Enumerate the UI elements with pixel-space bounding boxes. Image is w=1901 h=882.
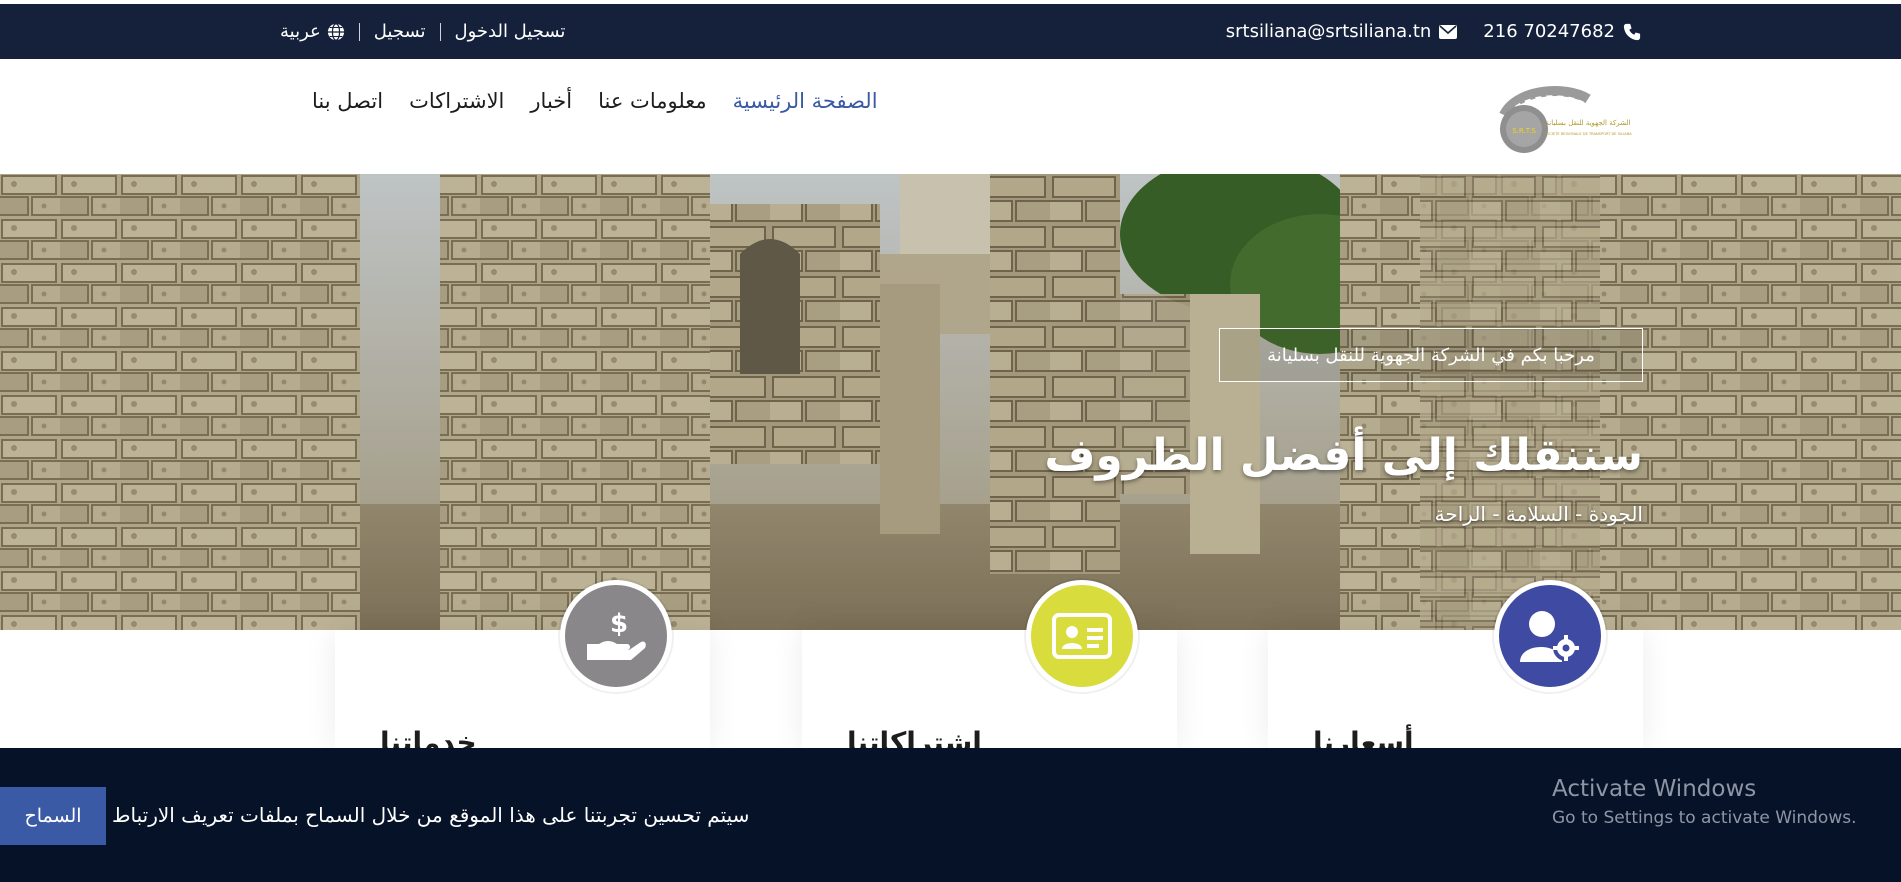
company-logo[interactable]: S.R.T.S الشركة الجهوية للنقل بسليانة SOC… [1496, 85, 1641, 157]
nav-about[interactable]: معلومات عنا [598, 89, 707, 113]
cookie-consent-bar: السماح سيتم تحسين تجربتنا على هذا الموقع… [0, 748, 1901, 882]
hero-banner: مرحبا بكم في الشركة الجهوية للنقل بسليان… [0, 174, 1901, 630]
logo-graphic: S.R.T.S الشركة الجهوية للنقل بسليانة SOC… [1499, 86, 1632, 153]
top-bar-links: عربية تسجيل تسجيل الدخول [280, 4, 565, 59]
language-switcher[interactable]: عربية [280, 21, 345, 42]
hero-title: سننقلك إلى أفضل الظروف [1044, 430, 1643, 481]
hand-dollar-icon: $ [587, 609, 646, 660]
windows-activation-watermark: Activate Windows Go to Settings to activ… [1552, 776, 1857, 828]
nav-subscriptions[interactable]: الاشتراكات [409, 89, 504, 113]
logo-badge: S.R.T.S [1512, 127, 1536, 135]
logo-name-ar: الشركة الجهوية للنقل بسليانة [1546, 119, 1631, 127]
nav-home[interactable]: الصفحة الرئيسية [733, 89, 878, 113]
divider [358, 22, 360, 41]
services-icon-circle[interactable]: $ [560, 580, 672, 692]
nav-news[interactable]: أخبار [530, 89, 572, 113]
user-gear-icon [1520, 611, 1579, 662]
cookie-message: سيتم تحسين تجربتنا على هذا الموقع من خلا… [112, 803, 750, 827]
allow-cookies-button[interactable]: السماح [0, 787, 106, 845]
welcome-banner: مرحبا بكم في الشركة الجهوية للنقل بسليان… [1219, 328, 1643, 382]
register-link[interactable]: تسجيل [374, 21, 426, 42]
activation-hint: Go to Settings to activate Windows. [1552, 808, 1857, 828]
email-contact[interactable]: srtsiliana@srtsiliana.tn [1226, 21, 1458, 42]
subscriptions-icon-circle[interactable] [1026, 580, 1138, 692]
email-text: srtsiliana@srtsiliana.tn [1225, 21, 1432, 42]
language-label: عربية [280, 21, 321, 42]
globe-icon [327, 22, 344, 41]
phone-icon [1623, 23, 1641, 40]
hero-subtitle: الجودة - السلامة - الراحة [1434, 502, 1643, 526]
id-card-icon [1052, 613, 1112, 659]
phone-contact[interactable]: 216 70247682 [1483, 21, 1641, 42]
feature-cards: خدماتنا اشتراكاتنا أسعارنا [0, 630, 1901, 759]
site-header: اتصل بنا الاشتراكات أخبار معلومات عنا ال… [0, 59, 1901, 174]
phone-text: 216 70247682 [1483, 21, 1615, 42]
nav-contact[interactable]: اتصل بنا [312, 89, 383, 113]
contact-info: srtsiliana@srtsiliana.tn 216 70247682 [1226, 4, 1641, 59]
prices-icon-circle[interactable] [1494, 580, 1606, 692]
top-bar: عربية تسجيل تسجيل الدخول srtsiliana@srts… [0, 4, 1901, 59]
logo-name-fr: SOCIETE REGIONALE DE TRANSPORT DE SILIAN… [1544, 132, 1632, 136]
main-nav: اتصل بنا الاشتراكات أخبار معلومات عنا ال… [312, 89, 878, 113]
login-link[interactable]: تسجيل الدخول [455, 21, 566, 42]
svg-text:$: $ [610, 609, 628, 639]
activation-title: Activate Windows [1552, 776, 1757, 802]
hero-ruins-image [0, 174, 1901, 630]
envelope-icon [1439, 24, 1458, 39]
divider [439, 22, 441, 41]
